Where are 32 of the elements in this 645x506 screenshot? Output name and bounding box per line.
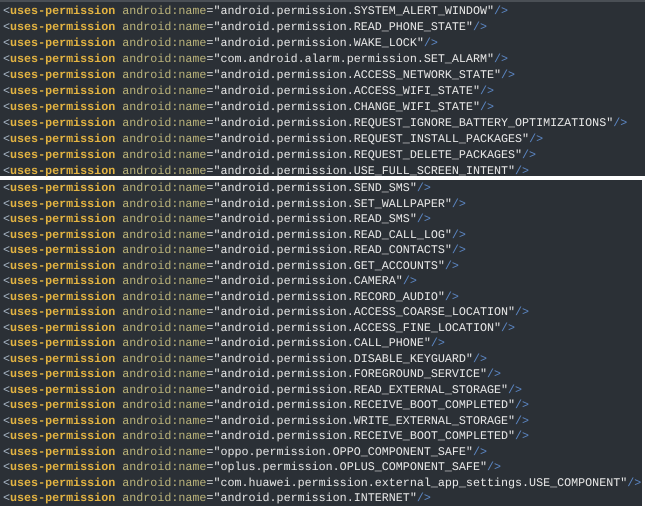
code-line: <uses-permission android:name="com.android.alarm.permission.SET_ALARM"/> — [2, 51, 508, 67]
code-line: <uses-permission android:name="android.permission.READ_EXTERNAL_STORAGE"/> — [2, 382, 522, 398]
code-line: <uses-permission android:name="android.permission.FOREGROUND_SERVICE"/> — [2, 367, 502, 382]
code-line: <uses-permission android:name="android.permission.REQUEST_IGNORE_BATTERY_OPTIMIZATIONS"/> — [2, 115, 628, 131]
code-line: <uses-permission android:name="android.permission.CAMERA"/> — [2, 274, 417, 290]
code-line: <uses-permission android:name="com.huawei.permission.external_app_settings.USE_COMPONENT"/> — [2, 476, 642, 491]
code-line: <uses-permission android:name="android.permission.SET_WALLPAPER"/> — [2, 196, 466, 212]
code-line: <uses-permission android:name="android.permission.DISABLE_KEYGUARD"/> — [2, 352, 487, 367]
code-line: <uses-permission android:name="android.permission.ACCESS_NETWORK_STATE"/> — [2, 67, 516, 83]
code-line: <uses-permission android:name="android.permission.SYSTEM_ALERT_WINDOW"/> — [2, 3, 508, 19]
code-line: <uses-permission android:name="android.permission.CHANGE_WIFI_STATE"/> — [2, 99, 494, 115]
code-line: <uses-permission android:name="android.permission.READ_SMS"/> — [2, 212, 431, 228]
code-line: <uses-permission android:name="android.permission.READ_PHONE_STATE"/> — [2, 19, 487, 35]
code-line: <uses-permission android:name="android.permission.CALL_PHONE"/> — [2, 336, 445, 352]
code-line: <uses-permission android:name="android.permission.ACCESS_FINE_LOCATION"/> — [2, 320, 516, 336]
code-line: <uses-permission android:name="android.permission.RECEIVE_BOOT_COMPLETED"/> — [2, 429, 530, 444]
code-line: <uses-permission android:name="android.permission.GET_ACCOUNTS"/> — [2, 258, 459, 274]
code-line: <uses-permission android:name="android.permission.REQUEST_INSTALL_PACKAGES"/> — [2, 131, 544, 147]
code-line: <uses-permission android:name="android.permission.ACCESS_WIFI_STATE"/> — [2, 83, 494, 99]
code-line: <uses-permission android:name="android.permission.WAKE_LOCK"/> — [2, 35, 438, 51]
code-line: <uses-permission android:name="android.permission.READ_CALL_LOG"/> — [2, 228, 466, 243]
code-line: <uses-permission android:name="android.permission.RECEIVE_BOOT_COMPLETED"/> — [2, 398, 530, 414]
code-line: <uses-permission android:name="android.permission.SEND_SMS"/> — [2, 181, 431, 196]
code-line: <uses-permission android:name="android.permission.ACCESS_COARSE_LOCATION"/> — [2, 305, 530, 320]
code-line: <uses-permission android:name="android.permission.READ_CONTACTS"/> — [2, 243, 466, 258]
code-line: <uses-permission android:name="oppo.permission.OPPO_COMPONENT_SAFE"/> — [2, 444, 487, 460]
code-line: <uses-permission android:name="android.permission.REQUEST_DELETE_PACKAGES"/> — [2, 147, 536, 163]
code-line: <uses-permission android:name="android.permission.RECORD_AUDIO"/> — [2, 290, 459, 305]
code-line: <uses-permission android:name="oplus.permission.OPLUS_COMPONENT_SAFE"/> — [2, 460, 502, 476]
code-line: <uses-permission android:name="android.permission.WRITE_EXTERNAL_STORAGE"/> — [2, 414, 530, 429]
code-line: <uses-permission android:name="android.permission.INTERNET"/> — [2, 491, 431, 506]
code-line: <uses-permission android:name="android.permission.USE_FULL_SCREEN_INTENT"/> — [2, 163, 530, 179]
